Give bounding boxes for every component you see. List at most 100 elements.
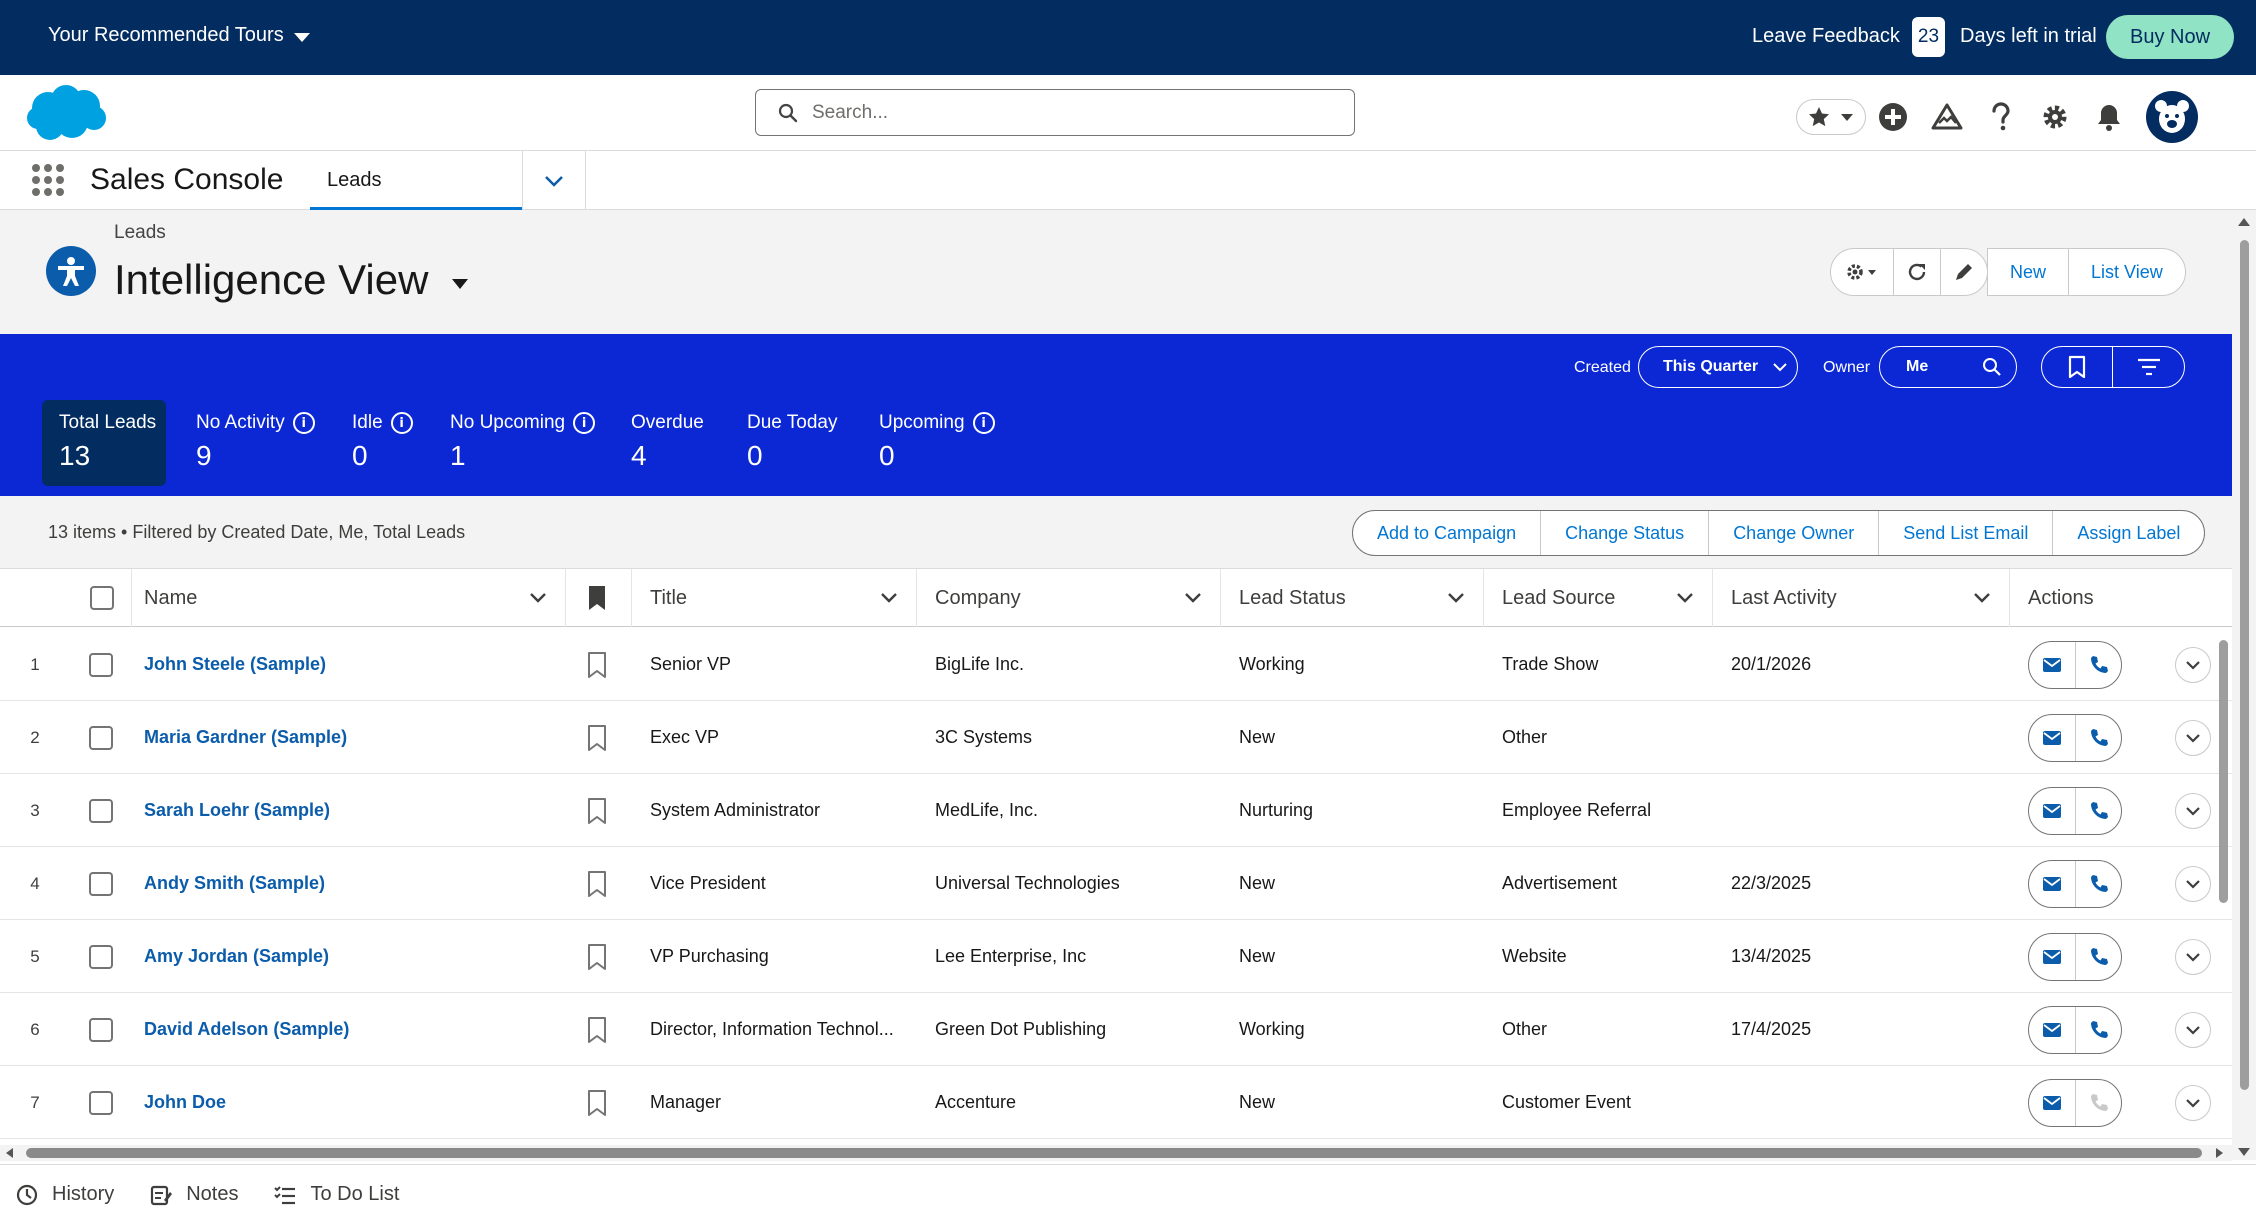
row-menu-button[interactable]: [2175, 866, 2211, 902]
row-menu-button[interactable]: [2175, 1012, 2211, 1048]
notifications-button[interactable]: [2082, 95, 2136, 139]
info-icon[interactable]: i: [292, 412, 315, 434]
label-bookmark[interactable]: [587, 847, 607, 920]
recommended-tours-menu[interactable]: Your Recommended Tours: [48, 24, 310, 47]
salesforce-logo[interactable]: [22, 80, 112, 149]
row-menu-button[interactable]: [2175, 647, 2211, 683]
global-actions-button[interactable]: [1866, 95, 1920, 139]
table-horizontal-scrollbar[interactable]: [0, 1145, 2232, 1161]
metric-idle[interactable]: Idle i 0: [335, 400, 430, 486]
row-checkbox[interactable]: [89, 993, 113, 1066]
scrollbar-thumb[interactable]: [2240, 240, 2249, 1090]
scroll-left-arrow-icon[interactable]: [6, 1148, 13, 1158]
scrollbar-thumb[interactable]: [26, 1148, 2202, 1158]
call-button[interactable]: [2075, 788, 2121, 834]
favorites-dropdown-icon[interactable]: [1838, 108, 1856, 126]
scroll-right-arrow-icon[interactable]: [2216, 1148, 2223, 1158]
row-menu-button[interactable]: [2175, 720, 2211, 756]
assign-label-button[interactable]: Assign Label: [2052, 511, 2204, 555]
row-checkbox[interactable]: [89, 920, 113, 993]
chevron-down-icon[interactable]: [1973, 591, 1991, 605]
leave-feedback-link[interactable]: Leave Feedback: [1752, 25, 1900, 48]
lead-name-link[interactable]: Amy Jordan (Sample): [144, 920, 554, 993]
row-checkbox[interactable]: [89, 628, 113, 701]
change-owner-button[interactable]: Change Owner: [1708, 511, 1878, 555]
email-button[interactable]: [2029, 861, 2075, 907]
label-bookmark[interactable]: [587, 1066, 607, 1139]
star-icon[interactable]: [1807, 105, 1831, 129]
label-bookmark[interactable]: [587, 920, 607, 993]
metric-overdue[interactable]: Overdue 4: [614, 400, 721, 486]
global-search[interactable]: [755, 89, 1355, 136]
chevron-down-icon[interactable]: [1447, 591, 1465, 605]
info-icon[interactable]: i: [573, 412, 596, 434]
info-icon[interactable]: i: [972, 412, 995, 434]
refresh-button[interactable]: [1893, 249, 1940, 295]
metric-no-activity[interactable]: No Activity i 9: [179, 400, 332, 486]
utility-history[interactable]: History: [16, 1183, 114, 1206]
chevron-down-icon[interactable]: [880, 591, 898, 605]
user-avatar[interactable]: [2146, 91, 2198, 143]
label-bookmark[interactable]: [587, 993, 607, 1066]
list-settings-button[interactable]: [1831, 249, 1893, 295]
filter-menu-button[interactable]: [2113, 347, 2184, 387]
column-header-name[interactable]: Name: [126, 569, 566, 627]
metric-due-today[interactable]: Due Today 0: [730, 400, 855, 486]
table-row[interactable]: 3 Sarah Loehr (Sample) System Administrato…: [0, 774, 2232, 847]
table-row[interactable]: 5 Amy Jordan (Sample) VP Purchasing Lee Ent…: [0, 920, 2232, 993]
call-button[interactable]: [2075, 642, 2121, 688]
column-header-company[interactable]: Company: [917, 569, 1221, 627]
metric-no-upcoming[interactable]: No Upcoming i 1: [433, 400, 612, 486]
call-button[interactable]: [2075, 1007, 2121, 1053]
list-view-button[interactable]: List View: [2068, 249, 2185, 295]
label-bookmark[interactable]: [587, 628, 607, 701]
nav-tab-leads[interactable]: Leads: [310, 151, 522, 210]
metric-total-leads[interactable]: Total Leads 13: [42, 400, 166, 486]
new-button[interactable]: New: [1988, 249, 2068, 295]
add-to-campaign-button[interactable]: Add to Campaign: [1353, 511, 1540, 555]
email-button[interactable]: [2029, 642, 2075, 688]
created-filter-dropdown[interactable]: This Quarter: [1638, 346, 1798, 388]
info-icon[interactable]: i: [390, 412, 413, 434]
email-button[interactable]: [2029, 788, 2075, 834]
table-vertical-scrollbar-thumb[interactable]: [2219, 640, 2228, 903]
row-menu-button[interactable]: [2175, 793, 2211, 829]
page-vertical-scrollbar[interactable]: [2232, 210, 2256, 1160]
email-button[interactable]: [2029, 934, 2075, 980]
lead-name-link[interactable]: Andy Smith (Sample): [144, 847, 554, 920]
app-launcher-icon[interactable]: [32, 164, 64, 196]
column-header-last-activity[interactable]: Last Activity: [1713, 569, 2010, 627]
row-checkbox[interactable]: [89, 774, 113, 847]
buy-now-button[interactable]: Buy Now: [2106, 15, 2234, 59]
row-menu-button[interactable]: [2175, 1085, 2211, 1121]
row-checkbox[interactable]: [89, 847, 113, 920]
utility-todo-list[interactable]: To Do List: [274, 1183, 399, 1206]
call-button[interactable]: [2075, 715, 2121, 761]
send-list-email-button[interactable]: Send List Email: [1878, 511, 2052, 555]
trailhead-button[interactable]: [1920, 95, 1974, 139]
utility-notes[interactable]: Notes: [150, 1183, 238, 1206]
favorites-button-group[interactable]: [1796, 99, 1866, 135]
select-all-checkbox[interactable]: [90, 586, 114, 610]
search-input[interactable]: [812, 101, 1312, 124]
lead-name-link[interactable]: John Doe: [144, 1066, 554, 1139]
table-row[interactable]: 4 Andy Smith (Sample) Vice President Univer…: [0, 847, 2232, 920]
table-row[interactable]: 1 John Steele (Sample) Senior VP BigLife In…: [0, 628, 2232, 701]
email-button[interactable]: [2029, 1080, 2075, 1126]
call-button[interactable]: [2075, 934, 2121, 980]
table-row[interactable]: 6 David Adelson (Sample) Director, Informa…: [0, 993, 2232, 1066]
email-button[interactable]: [2029, 715, 2075, 761]
saved-filters-button[interactable]: [2042, 347, 2113, 387]
nav-tab-dropdown[interactable]: [522, 151, 586, 210]
lead-name-link[interactable]: Maria Gardner (Sample): [144, 701, 554, 774]
help-button[interactable]: [1974, 95, 2028, 139]
label-bookmark[interactable]: [587, 701, 607, 774]
list-view-selector[interactable]: Intelligence View: [114, 256, 469, 304]
inline-edit-button[interactable]: [1940, 249, 1987, 295]
setup-button[interactable]: [2028, 95, 2082, 139]
scroll-down-arrow-icon[interactable]: [2238, 1148, 2250, 1156]
column-header-title[interactable]: Title: [632, 569, 917, 627]
table-row[interactable]: 7 John Doe Manager Accenture New Customer Eve…: [0, 1066, 2232, 1139]
lead-name-link[interactable]: David Adelson (Sample): [144, 993, 554, 1066]
chevron-down-icon[interactable]: [1184, 591, 1202, 605]
